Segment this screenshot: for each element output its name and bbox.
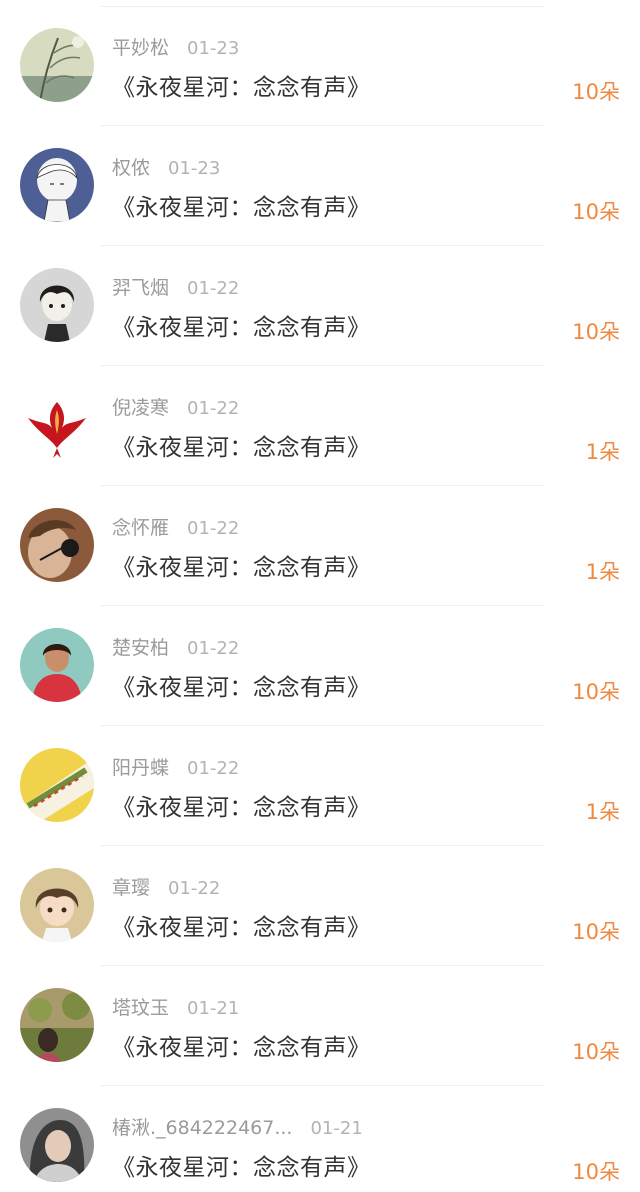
user-name[interactable]: 椿湫._684222467... [112,1117,292,1139]
food-dish-avatar[interactable] [20,748,94,822]
book-title[interactable]: 《永夜星河：念念有声》 [112,552,371,584]
book-title[interactable]: 《永夜星河：念念有声》 [112,672,371,704]
book-title[interactable]: 《永夜星河：念念有声》 [112,72,371,104]
gift-date: 01-21 [187,998,240,1019]
list-item[interactable]: 楚安柏 01-22 《永夜星河：念念有声》 10朵 [0,606,640,726]
woman-red-dress-avatar[interactable] [20,628,94,702]
book-title[interactable]: 《永夜星河：念念有声》 [112,192,371,224]
user-name[interactable]: 羿飞烟 [112,277,169,299]
book-title[interactable]: 《永夜星河：念念有声》 [112,912,371,944]
user-name[interactable]: 章璎 [112,877,150,899]
list-item[interactable]: 倪凌寒 01-22 《永夜星河：念念有声》 1朵 [0,366,640,486]
red-phoenix-emblem-avatar[interactable] [20,388,94,462]
user-name[interactable]: 念怀雁 [112,517,169,539]
user-name[interactable]: 平妙松 [112,37,169,59]
gift-date: 01-22 [187,638,240,659]
gift-date: 01-22 [187,518,240,539]
child-with-flower-avatar[interactable] [20,508,94,582]
list-item[interactable]: 平妙松 01-23 《永夜星河：念念有声》 10朵 [0,6,640,126]
gift-date: 01-23 [187,38,240,59]
gift-date: 01-22 [187,278,240,299]
garden-photo-avatar[interactable] [20,988,94,1062]
list-item[interactable]: 椿湫._684222467... 01-21 《永夜星河：念念有声》 10朵 [0,1086,640,1192]
user-name[interactable]: 阳丹蝶 [112,757,169,779]
gift-date: 01-21 [310,1118,363,1139]
gift-amount: 10朵 [572,680,620,704]
gift-amount: 10朵 [572,1040,620,1064]
gift-date: 01-22 [187,758,240,779]
gift-amount: 10朵 [572,200,620,224]
user-name[interactable]: 楚安柏 [112,637,169,659]
anime-white-hair-avatar[interactable] [20,148,94,222]
gift-date: 01-22 [168,878,221,899]
list-item[interactable]: 权侬 01-23 《永夜星河：念念有声》 10朵 [0,126,640,246]
user-name[interactable]: 权侬 [112,157,150,179]
list-item[interactable]: 念怀雁 01-22 《永夜星河：念念有声》 1朵 [0,486,640,606]
gift-date: 01-23 [168,158,221,179]
book-title[interactable]: 《永夜星河：念念有声》 [112,1152,371,1184]
gift-amount: 10朵 [572,1160,620,1184]
gift-date: 01-22 [187,398,240,419]
gift-amount: 10朵 [572,920,620,944]
gift-amount: 10朵 [572,320,620,344]
book-title[interactable]: 《永夜星河：念念有声》 [112,432,371,464]
user-name[interactable]: 塔玟玉 [112,997,169,1019]
book-title[interactable]: 《永夜星河：念念有声》 [112,792,371,824]
gift-amount: 1朵 [585,440,620,464]
book-title[interactable]: 《永夜星河：念念有声》 [112,1032,371,1064]
gift-list: 平妙松 01-23 《永夜星河：念念有声》 10朵 权侬 01-23 《永夜星河：念… [0,0,640,1192]
list-item[interactable]: 塔玟玉 01-21 《永夜星河：念念有声》 10朵 [0,966,640,1086]
user-name[interactable]: 倪凌寒 [112,397,169,419]
gift-amount: 1朵 [585,560,620,584]
list-item[interactable]: 阳丹蝶 01-22 《永夜星河：念念有声》 1朵 [0,726,640,846]
book-title[interactable]: 《永夜星河：念念有声》 [112,312,371,344]
anime-dark-hair-avatar[interactable] [20,268,94,342]
list-item[interactable]: 羿飞烟 01-22 《永夜星河：念念有声》 10朵 [0,246,640,366]
anime-boy-avatar[interactable] [20,868,94,942]
willow-landscape-avatar[interactable] [20,28,94,102]
gift-amount: 10朵 [572,80,620,104]
woman-portrait-avatar[interactable] [20,1108,94,1182]
list-item[interactable]: 章璎 01-22 《永夜星河：念念有声》 10朵 [0,846,640,966]
gift-amount: 1朵 [585,800,620,824]
